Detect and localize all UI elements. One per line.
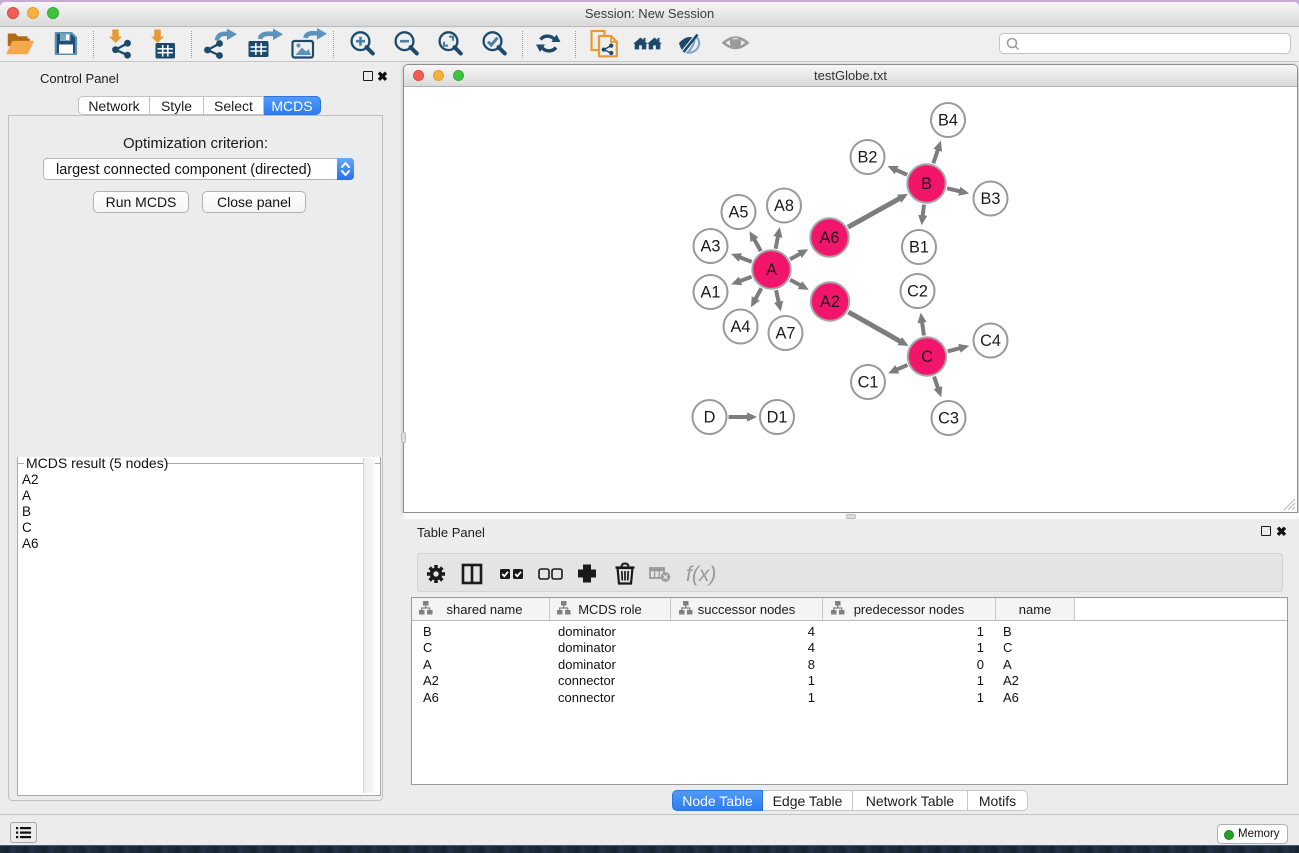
svg-text:B2: B2 [858, 149, 878, 167]
svg-text:A7: A7 [776, 325, 796, 343]
svg-text:B: B [921, 175, 932, 193]
svg-text:C2: C2 [907, 283, 928, 301]
svg-text:D1: D1 [767, 409, 788, 427]
svg-text:A5: A5 [729, 204, 749, 222]
svg-text:D: D [704, 409, 716, 427]
svg-text:C: C [921, 348, 933, 366]
svg-text:A1: A1 [701, 284, 721, 302]
svg-text:B4: B4 [938, 112, 958, 130]
svg-text:C3: C3 [938, 410, 959, 428]
svg-text:B3: B3 [981, 190, 1001, 208]
svg-text:f(x): f(x) [686, 563, 716, 586]
svg-text:B1: B1 [909, 239, 929, 257]
svg-text:A3: A3 [701, 238, 721, 256]
svg-text:C1: C1 [858, 374, 879, 392]
svg-text:A6: A6 [820, 229, 840, 247]
svg-text:C4: C4 [980, 332, 1001, 350]
svg-text:A: A [766, 261, 777, 279]
svg-text:A2: A2 [820, 293, 840, 311]
svg-text:A4: A4 [731, 318, 751, 336]
svg-text:A8: A8 [774, 197, 794, 215]
